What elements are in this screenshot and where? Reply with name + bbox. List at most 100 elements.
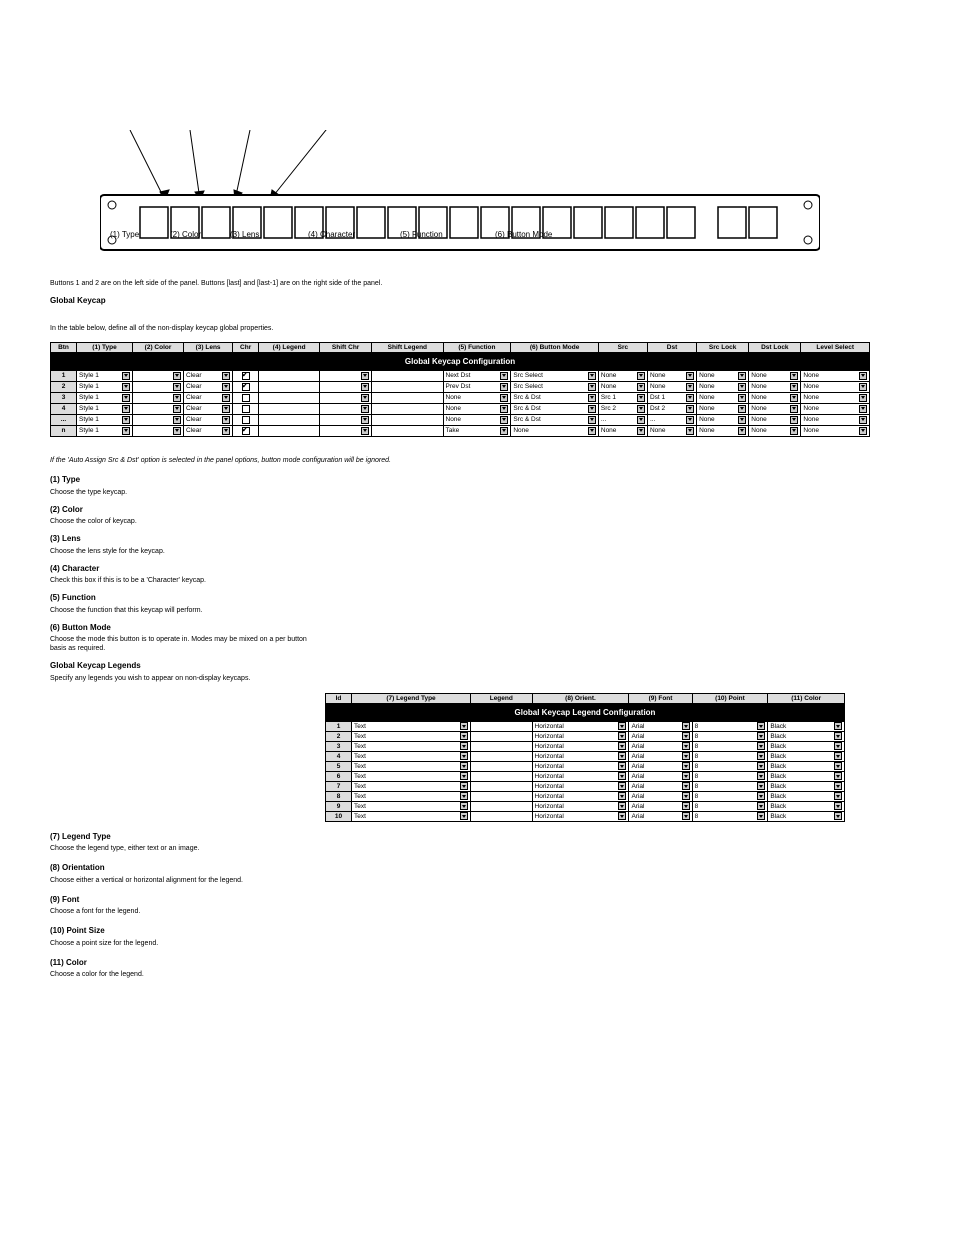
cell-src[interactable]: Src 2 (598, 403, 647, 414)
cell-color[interactable]: Black (768, 741, 845, 751)
cell-legend-type[interactable]: Text (352, 771, 471, 781)
cell-src[interactable]: None (598, 425, 647, 436)
cell-shift-chr[interactable] (320, 381, 372, 392)
cell-dst[interactable]: ... (647, 414, 696, 425)
cell-function[interactable]: None (443, 414, 511, 425)
cell-font[interactable]: Arial (629, 791, 692, 801)
cell-dst-lock[interactable]: None (749, 403, 801, 414)
cell-button-mode[interactable]: Src Select (511, 381, 599, 392)
cell-legend-type[interactable]: Text (352, 721, 471, 731)
cell-level-select[interactable]: None (801, 392, 870, 403)
cell-legend-text[interactable] (471, 791, 533, 801)
cell-shift-legend[interactable] (372, 414, 443, 425)
cell-legend-type[interactable]: Text (352, 781, 471, 791)
cell-legend-type[interactable]: Text (352, 741, 471, 751)
cell-point[interactable]: 8 (692, 811, 768, 821)
cell-color[interactable]: Black (768, 781, 845, 791)
cell-dst[interactable]: None (647, 370, 696, 381)
cell-point[interactable]: 8 (692, 801, 768, 811)
cell-legend-text[interactable] (471, 801, 533, 811)
cell-legend[interactable] (259, 425, 320, 436)
cell-font[interactable]: Arial (629, 741, 692, 751)
cell-dst-lock[interactable]: None (749, 381, 801, 392)
cell-dst-lock[interactable]: None (749, 370, 801, 381)
cell-color[interactable] (133, 414, 184, 425)
cell-src-lock[interactable]: None (697, 425, 749, 436)
cell-src-lock[interactable]: None (697, 370, 749, 381)
cell-type[interactable]: Style 1 (77, 381, 133, 392)
cell-type[interactable]: Style 1 (77, 370, 133, 381)
cell-font[interactable]: Arial (629, 751, 692, 761)
cell-shift-legend[interactable] (372, 381, 443, 392)
cell-level-select[interactable]: None (801, 370, 870, 381)
cell-orientation[interactable]: Horizontal (532, 811, 629, 821)
cell-legend-type[interactable]: Text (352, 751, 471, 761)
cell-level-select[interactable]: None (801, 381, 870, 392)
cell-color[interactable] (133, 370, 184, 381)
cell-color[interactable] (133, 381, 184, 392)
cell-point[interactable]: 8 (692, 791, 768, 801)
cell-color[interactable]: Black (768, 771, 845, 781)
cell-legend-text[interactable] (471, 811, 533, 821)
cell-shift-legend[interactable] (372, 392, 443, 403)
cell-button-mode[interactable]: Src & Dst (511, 403, 599, 414)
cell-font[interactable]: Arial (629, 731, 692, 741)
cell-color[interactable] (133, 392, 184, 403)
cell-dst-lock[interactable]: None (749, 425, 801, 436)
cell-level-select[interactable]: None (801, 414, 870, 425)
cell-function[interactable]: None (443, 403, 511, 414)
cell-level-select[interactable]: None (801, 425, 870, 436)
cell-orientation[interactable]: Horizontal (532, 741, 629, 751)
cell-legend-text[interactable] (471, 781, 533, 791)
cell-legend-text[interactable] (471, 751, 533, 761)
cell-src-lock[interactable]: None (697, 392, 749, 403)
cell-legend-text[interactable] (471, 741, 533, 751)
cell-type[interactable]: Style 1 (77, 403, 133, 414)
cell-color[interactable]: Black (768, 811, 845, 821)
cell-legend-type[interactable]: Text (352, 761, 471, 771)
cell-legend-text[interactable] (471, 731, 533, 741)
cell-font[interactable]: Arial (629, 761, 692, 771)
cell-button-mode[interactable]: Src & Dst (511, 414, 599, 425)
cell-src-lock[interactable]: None (697, 403, 749, 414)
cell-color[interactable]: Black (768, 791, 845, 801)
cell-src[interactable]: ... (598, 414, 647, 425)
cell-point[interactable]: 8 (692, 731, 768, 741)
cell-shift-legend[interactable] (372, 370, 443, 381)
cell-character-checkbox[interactable] (233, 425, 259, 436)
cell-type[interactable]: Style 1 (77, 425, 133, 436)
cell-character-checkbox[interactable] (233, 370, 259, 381)
cell-point[interactable]: 8 (692, 781, 768, 791)
cell-src[interactable]: Src 1 (598, 392, 647, 403)
cell-dst[interactable]: None (647, 381, 696, 392)
cell-font[interactable]: Arial (629, 721, 692, 731)
cell-function[interactable]: Take (443, 425, 511, 436)
cell-point[interactable]: 8 (692, 741, 768, 751)
cell-font[interactable]: Arial (629, 801, 692, 811)
cell-function[interactable]: Next Dst (443, 370, 511, 381)
cell-orientation[interactable]: Horizontal (532, 731, 629, 741)
cell-src[interactable]: None (598, 370, 647, 381)
cell-button-mode[interactable]: Src Select (511, 370, 599, 381)
cell-button-mode[interactable]: None (511, 425, 599, 436)
cell-color[interactable]: Black (768, 731, 845, 741)
cell-orientation[interactable]: Horizontal (532, 761, 629, 771)
cell-dst-lock[interactable]: None (749, 392, 801, 403)
cell-point[interactable]: 8 (692, 721, 768, 731)
cell-src[interactable]: None (598, 381, 647, 392)
cell-type[interactable]: Style 1 (77, 392, 133, 403)
cell-legend-text[interactable] (471, 771, 533, 781)
cell-src-lock[interactable]: None (697, 414, 749, 425)
cell-point[interactable]: 8 (692, 761, 768, 771)
cell-orientation[interactable]: Horizontal (532, 721, 629, 731)
cell-font[interactable]: Arial (629, 811, 692, 821)
cell-legend-type[interactable]: Text (352, 811, 471, 821)
cell-orientation[interactable]: Horizontal (532, 791, 629, 801)
cell-shift-chr[interactable] (320, 370, 372, 381)
cell-lens[interactable]: Clear (184, 392, 233, 403)
cell-shift-chr[interactable] (320, 403, 372, 414)
cell-dst-lock[interactable]: None (749, 414, 801, 425)
cell-shift-chr[interactable] (320, 392, 372, 403)
cell-color[interactable]: Black (768, 801, 845, 811)
cell-lens[interactable]: Clear (184, 425, 233, 436)
